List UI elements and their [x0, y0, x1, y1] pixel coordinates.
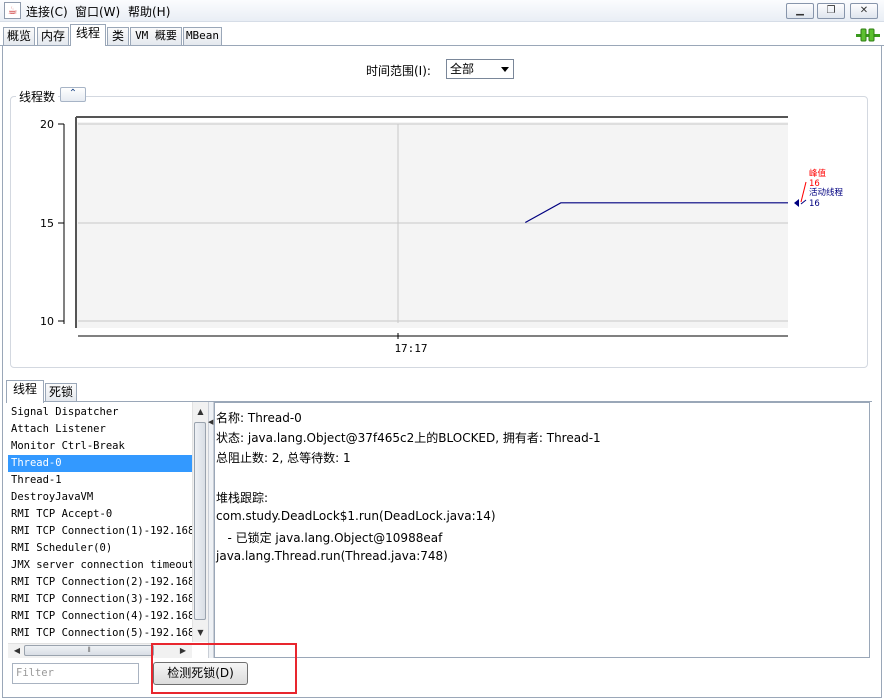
stack-frame: - 已锁定 java.lang.Object@10988eaf: [216, 531, 443, 545]
double-chevron-up-icon[interactable]: ⌃: [60, 87, 86, 102]
filter-input[interactable]: Filter: [12, 663, 139, 684]
time-range-select[interactable]: 全部: [446, 59, 514, 79]
thread-list-item[interactable]: Thread-1: [8, 472, 192, 489]
vscroll-thumb[interactable]: [194, 422, 206, 620]
thread-list-item[interactable]: RMI TCP Accept-0: [8, 506, 192, 523]
thread-list[interactable]: Signal Dispatcher Attach Listener Monitor …: [8, 402, 192, 642]
detail-counts: 总阻止数: 2, 总等待数: 1: [216, 451, 351, 465]
thread-list-item[interactable]: RMI TCP Connection(4)-192.168.: [8, 608, 192, 625]
menu-connection[interactable]: 连接(C): [26, 3, 68, 20]
thread-list-item[interactable]: Attach Listener: [8, 421, 192, 438]
restore-icon[interactable]: ❐: [817, 3, 845, 19]
scroll-down-icon[interactable]: ▼: [193, 626, 208, 640]
stack-frame: com.study.DeadLock$1.run(DeadLock.java:1…: [216, 509, 496, 523]
tab-memory[interactable]: 内存: [37, 27, 69, 45]
highlight-annotation: [151, 643, 297, 694]
plug-connected-icon[interactable]: [856, 28, 880, 42]
thread-list-item[interactable]: RMI TCP Connection(5)-192.168.: [8, 625, 192, 642]
thread-list-item[interactable]: Signal Dispatcher: [8, 404, 192, 421]
tab-mbean[interactable]: MBean: [183, 27, 222, 45]
scroll-left-icon[interactable]: ◀: [10, 644, 24, 658]
chevron-down-icon: [501, 67, 509, 72]
thread-list-item[interactable]: RMI TCP Connection(1)-192.168.: [8, 523, 192, 540]
collapse-left-icon[interactable]: ◀: [208, 418, 213, 426]
detail-name: 名称: Thread-0: [216, 411, 302, 425]
tab-classes[interactable]: 类: [107, 27, 129, 45]
menu-window[interactable]: 窗口(W): [75, 3, 120, 20]
thread-list-item[interactable]: RMI Scheduler(0): [8, 540, 192, 557]
thread-list-item[interactable]: RMI TCP Connection(2)-192.168.: [8, 574, 192, 591]
scroll-up-icon[interactable]: ▲: [193, 405, 208, 419]
close-icon[interactable]: ✕: [850, 3, 878, 19]
thread-list-item[interactable]: RMI TCP Connection(3)-192.168.: [8, 591, 192, 608]
tab-thread-list[interactable]: 线程: [6, 380, 44, 403]
thread-list-item[interactable]: JMX server connection timeout: [8, 557, 192, 574]
tab-vm-summary[interactable]: VM 概要: [130, 27, 182, 45]
tab-overview[interactable]: 概览: [3, 27, 35, 45]
thread-list-item[interactable]: Thread-0: [8, 455, 192, 472]
detail-stack-header: 堆栈跟踪:: [216, 491, 269, 505]
detail-state: 状态: java.lang.Object@37f465c2上的BLOCKED, …: [216, 431, 601, 445]
tab-deadlock[interactable]: 死锁: [45, 383, 77, 402]
hscroll-thumb[interactable]: ⦀: [24, 645, 154, 656]
minimize-icon[interactable]: ▁: [786, 3, 814, 19]
time-range-label: 时间范围(I):: [366, 64, 431, 78]
time-range-value: 全部: [450, 62, 475, 76]
java-cup-icon[interactable]: ☕: [4, 2, 21, 19]
tab-threads[interactable]: 线程: [70, 24, 106, 46]
chart-title: 线程数: [16, 88, 59, 105]
thread-list-item[interactable]: Monitor Ctrl-Break: [8, 438, 192, 455]
thread-list-item[interactable]: DestroyJavaVM: [8, 489, 192, 506]
stack-frame: java.lang.Thread.run(Thread.java:748): [216, 549, 448, 563]
menu-help[interactable]: 帮助(H): [128, 3, 170, 20]
thread-count-panel: [10, 96, 868, 368]
